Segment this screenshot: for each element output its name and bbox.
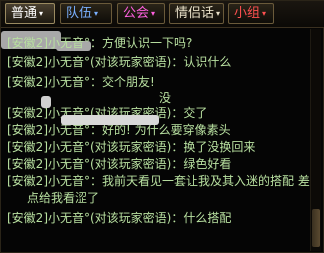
tab-label: 小组 [234,6,261,21]
tab-team[interactable]: 队伍 ▾ [60,3,112,24]
chat-message: [安徽2]小无音°(对该玩家密语)：绿色好看 [7,157,232,171]
chat-message: [安徽2]小无音°：方便认识一下吗? [7,36,193,50]
tab-label: 队伍 [66,6,93,21]
chat-scrollbar[interactable] [310,29,321,251]
tab-label: 普通 [11,6,38,21]
chevron-down-icon: ▾ [94,9,99,18]
tab-group[interactable]: 小组 ▾ [228,3,274,24]
chevron-down-icon: ▾ [151,9,156,18]
scrollbar-thumb[interactable] [312,209,320,247]
chat-message: [安徽2]小无音°(对该玩家密语)：换了没换回来 [7,140,256,154]
chat-tab-bar: 普通 ▾ 队伍 ▾ 公会 ▾ 情侣话 ▾ 小组 ▾ [1,1,324,28]
chat-log[interactable]: [安徽2]小无音°：方便认识一下吗? [安徽2]小无音°(对该玩家密语)：认识什… [7,31,310,227]
tab-label: 情侣话 [175,6,215,21]
chat-message: [安徽2]小无音°(对该玩家密语)：认识什么 [7,55,232,69]
tab-normal[interactable]: 普通 ▾ [5,3,55,24]
chevron-down-icon: ▾ [39,9,44,18]
tab-label: 公会 [123,6,150,21]
chat-window: 普通 ▾ 队伍 ▾ 公会 ▾ 情侣话 ▾ 小组 ▾ [安徽2]小无音°：方便认识一下吗? … [0,0,324,253]
chevron-down-icon: ▾ [216,9,221,18]
redaction-mark [41,96,51,108]
chat-message: 没 [159,91,172,105]
tab-couple[interactable]: 情侣话 ▾ [169,3,224,24]
chevron-down-icon: ▾ [262,9,267,18]
chat-message: [安徽2]小无音°：我前天看见一套让我及其入迷的搭配 差 [7,174,310,188]
chat-message-continued: 点给我看涩了 [27,191,100,205]
tab-guild[interactable]: 公会 ▾ [117,3,165,24]
chat-message: [安徽2]小无音°：交个朋友! [7,75,155,89]
redaction-mark [61,115,159,125]
chat-message: [安徽2]小无音°(对该玩家密语)：什么搭配 [7,211,232,225]
